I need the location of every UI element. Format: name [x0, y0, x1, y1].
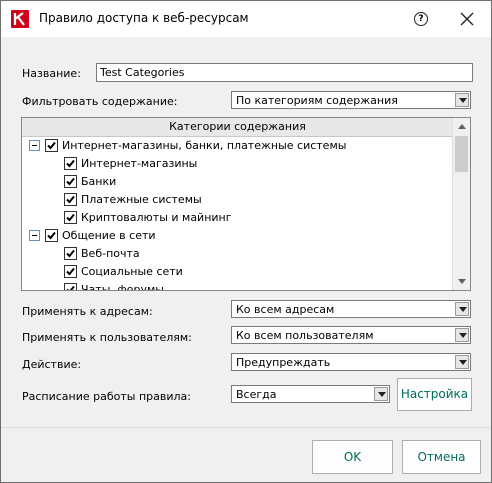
category-checkbox[interactable]: [64, 283, 77, 290]
category-item-label: Веб-почта: [81, 247, 140, 260]
window-title: Правило доступа к веб-ресурсам: [39, 11, 249, 25]
vertical-scrollbar[interactable]: [452, 118, 470, 290]
category-item-row[interactable]: Платежные системы: [22, 191, 453, 209]
help-button[interactable]: ?: [408, 6, 434, 32]
action-label: Действие:: [22, 358, 82, 371]
collapse-icon[interactable]: [29, 140, 40, 151]
cancel-button[interactable]: Отмена: [402, 440, 481, 474]
category-item-label: Интернет-магазины: [81, 157, 198, 170]
checkmark-icon: [66, 267, 75, 276]
name-input[interactable]: Test Categories: [96, 63, 473, 82]
checkmark-icon: [66, 195, 75, 204]
apply-users-value: Ко всем пользователям: [236, 329, 374, 342]
action-value: Предупреждать: [236, 356, 331, 369]
name-label: Название:: [22, 67, 81, 80]
category-item-row[interactable]: Банки: [22, 173, 453, 191]
filter-select[interactable]: По категориям содержания: [231, 91, 471, 109]
close-icon: [460, 12, 474, 26]
checkmark-icon: [66, 285, 75, 290]
category-item-label: Платежные системы: [81, 193, 202, 206]
checkmark-icon: [66, 177, 75, 186]
checkmark-icon: [47, 141, 56, 150]
filter-label: Фильтровать содержание:: [22, 95, 178, 108]
apply-users-select[interactable]: Ко всем пользователям: [231, 326, 471, 344]
ok-button[interactable]: OK: [312, 440, 393, 474]
category-item-row[interactable]: Интернет-магазины: [22, 155, 453, 173]
footer-divider: [1, 427, 491, 428]
category-item-label: Банки: [81, 175, 117, 188]
category-item-row[interactable]: Социальные сети: [22, 263, 453, 281]
title-bar: Правило доступа к веб-ресурсам ?: [1, 1, 491, 37]
category-checkbox[interactable]: [64, 175, 77, 188]
category-checkbox[interactable]: [64, 211, 77, 224]
schedule-settings-button[interactable]: Настройка: [397, 378, 472, 411]
categories-tree[interactable]: Категории содержания Интернет-магазины, …: [21, 117, 471, 291]
chevron-down-icon[interactable]: [455, 302, 469, 316]
category-item-row[interactable]: Криптовалюты и майнинг: [22, 209, 453, 227]
checkmark-icon: [66, 249, 75, 258]
scroll-thumb[interactable]: [455, 136, 468, 172]
category-item-label: Чаты, форумы: [81, 283, 164, 291]
category-item-label: Криптовалюты и майнинг: [81, 211, 232, 224]
schedule-value: Всегда: [236, 388, 277, 401]
category-group-label: Общение в сети: [62, 229, 156, 242]
schedule-label: Расписание работы правила:: [22, 390, 192, 403]
apply-addresses-select[interactable]: Ко всем адресам: [231, 300, 471, 318]
close-button[interactable]: [454, 6, 480, 32]
scroll-up-icon[interactable]: [454, 119, 469, 134]
category-checkbox[interactable]: [64, 157, 77, 170]
kaspersky-logo-icon: [11, 10, 29, 28]
category-checkbox[interactable]: [45, 139, 58, 152]
question-icon: ?: [414, 12, 428, 26]
chevron-down-icon[interactable]: [455, 93, 469, 107]
category-checkbox[interactable]: [64, 247, 77, 260]
category-group-row[interactable]: Интернет-магазины, банки, платежные сист…: [22, 137, 453, 155]
checkmark-icon: [66, 159, 75, 168]
chevron-down-icon[interactable]: [455, 355, 469, 369]
category-checkbox[interactable]: [64, 193, 77, 206]
checkmark-icon: [66, 213, 75, 222]
collapse-icon[interactable]: [29, 230, 40, 241]
apply-users-label: Применять к пользователям:: [22, 331, 192, 344]
dialog-window: Правило доступа к веб-ресурсам ? Названи…: [0, 0, 492, 483]
schedule-select[interactable]: Всегда: [231, 385, 390, 403]
category-checkbox[interactable]: [64, 265, 77, 278]
category-checkbox[interactable]: [45, 229, 58, 242]
scroll-down-icon[interactable]: [454, 274, 469, 289]
checkmark-icon: [47, 231, 56, 240]
apply-addresses-value: Ко всем адресам: [236, 303, 335, 316]
chevron-down-icon[interactable]: [455, 328, 469, 342]
category-group-label: Интернет-магазины, банки, платежные сист…: [62, 139, 347, 152]
apply-addresses-label: Применять к адресам:: [22, 305, 153, 318]
category-item-row[interactable]: Веб-почта: [22, 245, 453, 263]
action-select[interactable]: Предупреждать: [231, 353, 471, 371]
filter-select-value: По категориям содержания: [236, 94, 398, 107]
category-group-row[interactable]: Общение в сети: [22, 227, 453, 245]
category-item-label: Социальные сети: [81, 265, 183, 278]
chevron-down-icon[interactable]: [374, 387, 388, 401]
category-item-row[interactable]: Чаты, форумы: [22, 281, 453, 291]
categories-header: Категории содержания: [22, 118, 453, 137]
